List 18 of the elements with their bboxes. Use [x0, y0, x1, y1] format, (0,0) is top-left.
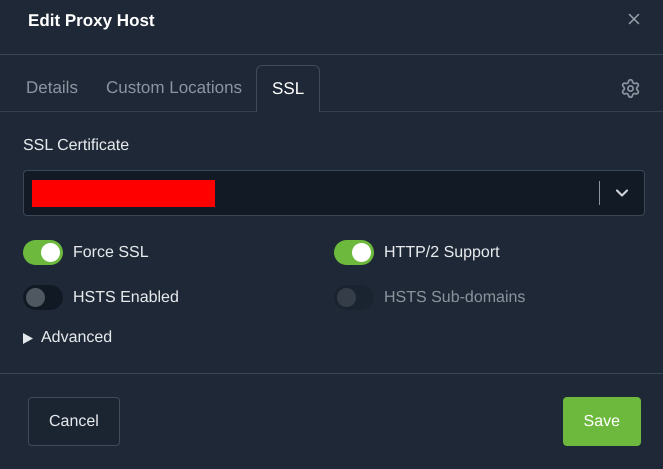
- certificate-select[interactable]: [23, 170, 645, 216]
- tab[interactable]: SSL: [256, 65, 320, 112]
- cancel-button[interactable]: Cancel: [28, 397, 120, 446]
- tab[interactable]: Custom Locations: [92, 64, 256, 111]
- toggle-switch[interactable]: [334, 240, 374, 265]
- toggle-switch[interactable]: [23, 240, 63, 265]
- settings-button[interactable]: [620, 78, 641, 99]
- field-label: SSL Certificate: [23, 136, 130, 156]
- triangle-icon: [23, 332, 33, 344]
- settings-icon: [620, 78, 641, 99]
- advanced-toggle[interactable]: Advanced: [23, 326, 112, 350]
- toggle-switch[interactable]: [23, 285, 63, 310]
- tab[interactable]: Details: [12, 64, 92, 111]
- toggle-label: HSTS Enabled: [73, 288, 179, 308]
- dialog-title: Edit Proxy Host: [28, 10, 155, 32]
- toggle-label: HTTP/2 Support: [384, 242, 500, 262]
- toggle-label: Force SSL: [73, 242, 149, 262]
- toggle-label: HSTS Sub-domains: [384, 288, 526, 308]
